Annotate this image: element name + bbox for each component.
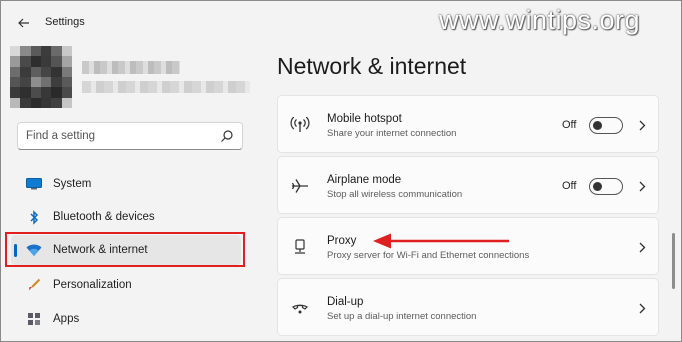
chevron-right-icon[interactable]	[636, 301, 648, 315]
card-title: Mobile hotspot	[327, 113, 402, 125]
profile-name-blurred	[82, 61, 180, 74]
card-description: Share your internet connection	[327, 128, 457, 139]
chevron-right-icon[interactable]	[636, 118, 648, 132]
brush-icon	[26, 277, 42, 293]
toggle-knob	[593, 182, 602, 191]
back-arrow-icon	[18, 18, 29, 28]
card-mobile-hotspot[interactable]: Mobile hotspot Share your internet conne…	[277, 95, 659, 153]
sidebar-item-system[interactable]: System	[11, 169, 241, 199]
bluetooth-icon	[26, 209, 42, 225]
back-button[interactable]	[14, 13, 34, 33]
sidebar-item-label: Apps	[53, 313, 80, 325]
airplane-mode-toggle[interactable]	[589, 178, 623, 195]
sidebar-item-personalization[interactable]: Personalization	[11, 270, 241, 300]
monitor-icon	[26, 176, 42, 192]
hotspot-icon	[290, 116, 310, 134]
app-title: Settings	[45, 16, 85, 28]
sidebar-item-label: Bluetooth & devices	[53, 211, 155, 223]
chevron-right-icon[interactable]	[636, 179, 648, 193]
card-description: Set up a dial-up internet connection	[327, 311, 477, 322]
avatar[interactable]	[10, 46, 72, 108]
card-title: Dial-up	[327, 296, 364, 308]
card-title: Airplane mode	[327, 174, 402, 186]
sidebar-item-apps[interactable]: Apps	[11, 304, 241, 334]
card-title: Proxy	[327, 235, 357, 247]
sidebar-item-bluetooth[interactable]: Bluetooth & devices	[11, 202, 241, 232]
toggle-state-label: Off	[562, 180, 577, 192]
card-description: Proxy server for Wi-Fi and Ethernet conn…	[327, 250, 530, 261]
watermark: www.wintips.org	[439, 5, 641, 35]
toggle-state-label: Off	[562, 119, 577, 131]
scrollbar[interactable]	[672, 233, 675, 289]
card-airplane-mode[interactable]: Airplane mode Stop all wireless communic…	[277, 156, 659, 214]
toggle-knob	[593, 121, 602, 130]
chevron-right-icon[interactable]	[636, 240, 648, 254]
card-description: Stop all wireless communication	[327, 189, 463, 200]
sidebar-item-label: Personalization	[53, 279, 132, 291]
sidebar-item-label: System	[53, 178, 92, 190]
dialup-icon	[290, 299, 310, 317]
card-dial-up[interactable]: Dial-up Set up a dial-up internet connec…	[277, 278, 659, 336]
page-title: Network & internet	[277, 53, 467, 79]
proxy-icon	[290, 238, 310, 256]
settings-window: Settings www.wintips.org Find a setting …	[0, 0, 682, 342]
annotation-arrow	[373, 233, 509, 249]
airplane-icon	[290, 177, 310, 195]
mobile-hotspot-toggle[interactable]	[589, 117, 623, 134]
search-placeholder: Find a setting	[26, 130, 96, 142]
profile-email-blurred	[82, 81, 250, 93]
annotation-highlight-box	[5, 232, 245, 267]
apps-icon	[26, 311, 42, 327]
search-icon	[221, 130, 233, 142]
search-input[interactable]: Find a setting	[17, 122, 243, 150]
